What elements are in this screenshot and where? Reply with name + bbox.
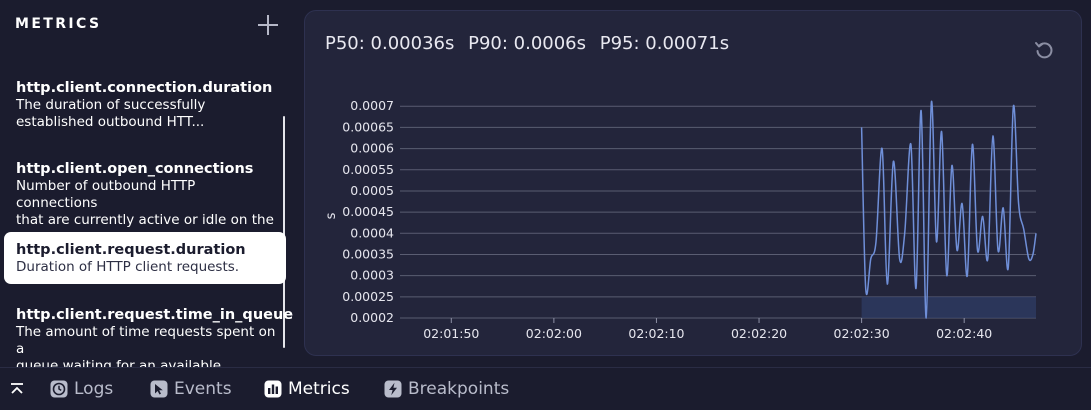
y-tick-label: 0.0005 [350,183,394,198]
metric-item-open-connections[interactable]: http.client.open_connections Number of o… [4,160,286,229]
metric-name: http.client.connection.duration [16,80,273,96]
cursor-icon [150,380,168,398]
series-line [860,101,1037,319]
add-metric-button[interactable] [256,13,280,37]
metric-description: Number of outbound HTTP connections [16,178,196,211]
metric-description: established outbound HTT... [16,114,205,130]
tab-events[interactable]: Events [150,377,232,401]
metric-name: http.client.request.duration [16,242,246,258]
x-tick-label: 02:02:00 [526,326,582,341]
y-tick-label: 0.00055 [342,162,394,177]
y-tick-label: 0.00045 [342,204,394,219]
y-axis-label: s [324,212,339,219]
x-tick-label: 02:02:40 [936,326,992,341]
y-tick-label: 0.0003 [350,268,394,283]
metrics-sidebar: METRICS http.client.connection.duration … [0,0,296,374]
metric-name: http.client.request.time_in_queue [16,307,294,323]
y-tick-label: 0.0007 [350,98,394,113]
y-tick-label: 0.00025 [342,289,394,304]
metric-description: that are currently active or idle on the [16,212,274,228]
tab-metrics[interactable]: Metrics [264,377,350,401]
plus-icon [258,15,278,35]
metric-item-request-duration[interactable]: http.client.request.duration Duration of… [4,232,286,284]
tab-label: Events [174,379,232,399]
clock-icon [50,380,68,398]
metric-description: Duration of HTTP client requests. [16,259,240,275]
bar-chart-icon [264,380,282,398]
tab-label: Metrics [288,379,350,399]
metric-description: The amount of time requests spent on a [16,324,276,357]
x-tick-label: 02:02:20 [731,326,787,341]
y-tick-label: 0.00065 [342,119,394,134]
metric-description: The duration of successfully [16,97,206,113]
x-tick-label: 02:01:50 [423,326,479,341]
metric-name: http.client.open_connections [16,161,254,177]
metric-item-connection-duration[interactable]: http.client.connection.duration The dura… [4,79,286,131]
y-tick-label: 0.00035 [342,246,394,261]
y-tick-label: 0.0006 [350,141,394,156]
y-tick-label: 0.0004 [350,225,394,240]
x-tick-label: 02:02:30 [834,326,890,341]
metric-chart-panel: P50: 0.00036s P90: 0.0006s P95: 0.00071s… [304,10,1082,356]
collapse-panel-button[interactable] [8,380,26,398]
line-chart[interactable]: 0.0002 0.00025 0.0003 0.00035 0.0004 0.00045 0… [305,11,1081,355]
metric-item-time-in-queue[interactable]: http.client.request.time_in_queue The am… [4,306,294,375]
x-tick-label: 02:02:10 [628,326,684,341]
y-tick-label: 0.0002 [350,310,394,325]
bottom-tab-bar: Logs Events Metrics Breakpoints [0,367,1091,410]
series-area [861,296,1036,318]
sidebar-title: METRICS [15,16,102,32]
collapse-up-icon [11,383,23,394]
tab-breakpoints[interactable]: Breakpoints [384,377,509,401]
lightning-icon [384,380,402,398]
tab-label: Breakpoints [408,379,510,399]
tab-label: Logs [74,379,114,399]
tab-logs[interactable]: Logs [50,377,113,401]
